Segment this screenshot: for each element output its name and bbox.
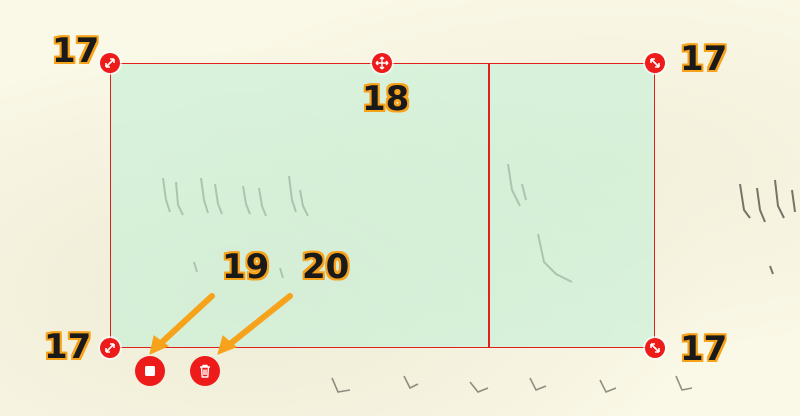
callout-label-corner-top-right: 17 xyxy=(680,39,728,79)
callout-label-corner-bottom-right: 17 xyxy=(680,329,728,369)
arrow-to-delete-button xyxy=(227,293,293,347)
callout-label-move-handle: 18 xyxy=(362,79,410,119)
callout-label-corner-top-left: 17 xyxy=(52,31,100,71)
arrow-to-stop-button xyxy=(157,293,215,347)
callout-label-corner-bottom-left: 17 xyxy=(44,327,92,367)
callout-label-delete-button: 20 xyxy=(302,247,350,287)
callout-label-stop-button: 19 xyxy=(222,247,270,287)
